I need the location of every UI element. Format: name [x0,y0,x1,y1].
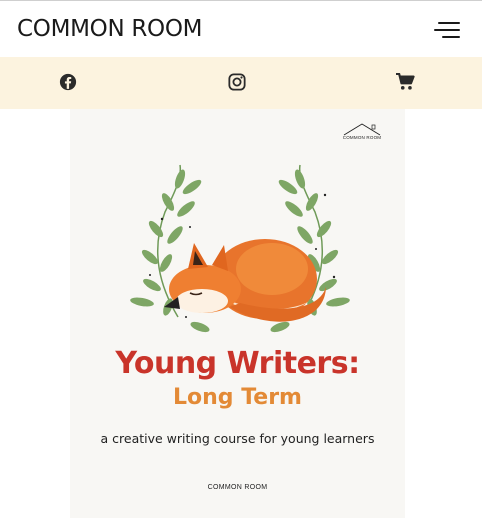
publisher-name: COMMON ROOM [207,484,268,491]
course-cover-image[interactable]: COMMON ROOM Young Writers: Long Term a c… [70,109,405,518]
course-title: Young Writers: [115,346,360,381]
facebook-icon[interactable] [59,73,79,93]
course-subtitle: Long Term [173,385,302,410]
site-logo-text[interactable]: COMMON ROOM [17,16,203,42]
instagram-icon[interactable] [228,73,248,93]
course-tagline: a creative writing course for young lear… [100,431,375,446]
site-header: COMMON ROOM [0,1,482,57]
sleeping-fox-illustration [120,157,360,347]
cover-logo-text: COMMON ROOM [342,135,382,140]
hamburger-menu-icon[interactable] [434,19,462,41]
social-links-bar [0,57,482,109]
shopping-cart-icon[interactable] [395,72,415,93]
